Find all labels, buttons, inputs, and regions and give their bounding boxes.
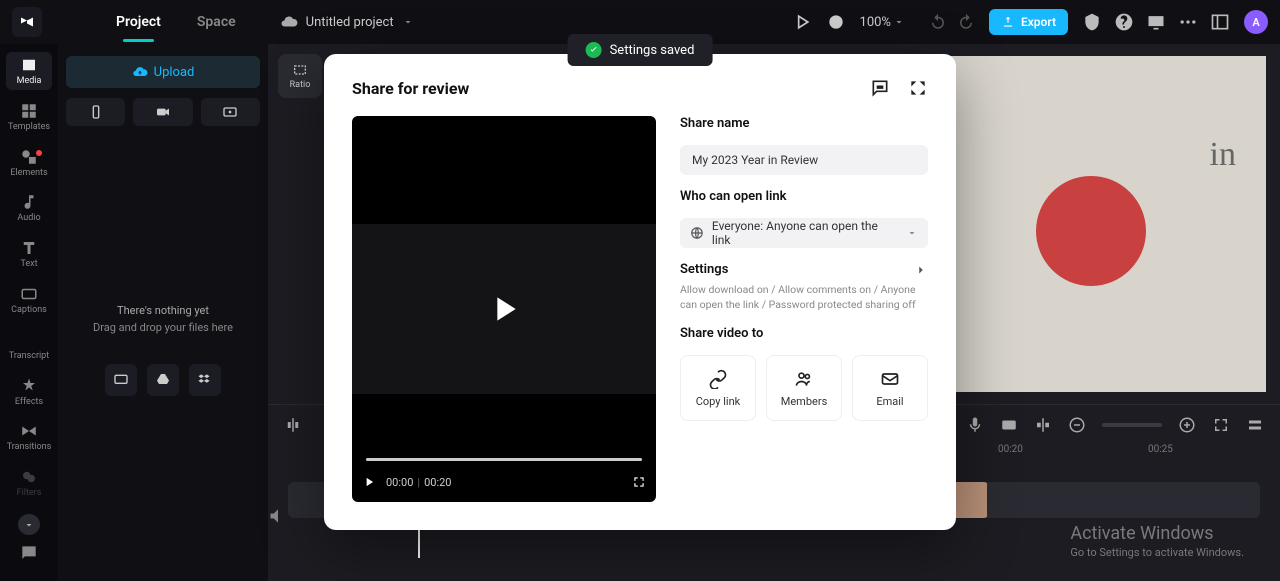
settings-row[interactable]: Settings bbox=[680, 262, 928, 277]
share-name-input[interactable] bbox=[680, 145, 928, 175]
share-email[interactable]: Email bbox=[852, 355, 928, 421]
email-label: Email bbox=[876, 395, 903, 408]
fullscreen-icon[interactable] bbox=[632, 475, 646, 489]
share-copy-link[interactable]: Copy link bbox=[680, 355, 756, 421]
toast-settings-saved: Settings saved bbox=[568, 34, 713, 66]
members-icon bbox=[794, 369, 814, 389]
who-value: Everyone: Anyone can open the link bbox=[712, 219, 898, 247]
link-icon bbox=[708, 369, 728, 389]
expand-icon[interactable] bbox=[908, 78, 928, 98]
share-members[interactable]: Members bbox=[766, 355, 842, 421]
share-preview-player[interactable]: 00:00|00:20 bbox=[352, 116, 656, 502]
email-icon bbox=[880, 369, 900, 389]
chevron-down-icon bbox=[906, 227, 918, 239]
copy-link-label: Copy link bbox=[696, 395, 740, 408]
members-label: Members bbox=[781, 395, 828, 408]
comments-mode-icon[interactable] bbox=[870, 78, 890, 98]
share-name-label: Share name bbox=[680, 116, 928, 131]
share-modal: Share for review 00:00|00:20 Share name … bbox=[324, 54, 956, 530]
play-icon[interactable] bbox=[362, 475, 376, 489]
chevron-right-icon bbox=[914, 263, 928, 277]
toast-message: Settings saved bbox=[610, 43, 695, 58]
modal-title: Share for review bbox=[352, 79, 469, 98]
progress-bar[interactable] bbox=[366, 458, 642, 461]
who-can-open-label: Who can open link bbox=[680, 189, 928, 204]
player-time: 00:00|00:20 bbox=[386, 476, 452, 489]
globe-icon bbox=[690, 226, 704, 240]
settings-description: Allow download on / Allow comments on / … bbox=[680, 283, 928, 312]
who-can-open-select[interactable]: Everyone: Anyone can open the link bbox=[680, 218, 928, 248]
check-icon bbox=[586, 42, 602, 58]
play-center-button[interactable] bbox=[484, 289, 524, 329]
share-to-label: Share video to bbox=[680, 326, 928, 341]
settings-label: Settings bbox=[680, 262, 728, 277]
